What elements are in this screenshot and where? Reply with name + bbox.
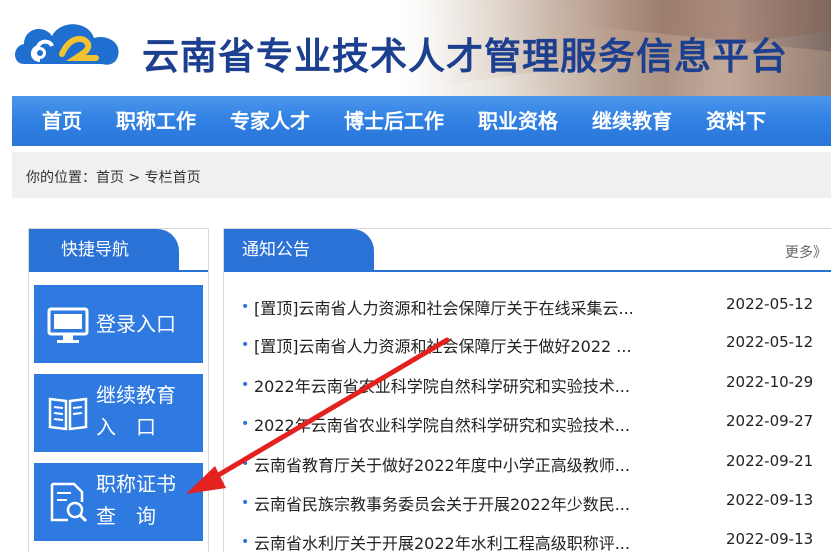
notice-date: 2022-05-12 xyxy=(726,333,814,351)
notice-date: 2022-09-13 xyxy=(726,530,814,548)
notice-item[interactable]: • 云南省教育厅关于做好2022年度中小学正高级教师... 2022-09-21 xyxy=(224,452,831,490)
notice-date: 2022-05-12 xyxy=(726,295,814,313)
notice-title[interactable]: 2022年云南省农业科学院自然科学研究和实验技术... xyxy=(254,412,630,436)
notice-date: 2022-10-29 xyxy=(726,373,814,391)
breadcrumb-current[interactable]: 专栏首页 xyxy=(145,170,201,186)
notice-title[interactable]: 云南省民族宗教事务委员会关于开展2022年少数民... xyxy=(254,491,630,515)
quick-nav-title: 快捷导航 xyxy=(29,229,179,271)
notice-title[interactable]: [置顶]云南省人力资源和社会保障厅关于在线采集云... xyxy=(254,295,634,319)
nav-item-qualifications[interactable]: 职业资格 xyxy=(461,96,575,146)
nav-item-downloads[interactable]: 资料下 xyxy=(689,96,783,146)
monitor-icon xyxy=(47,307,89,343)
bullet-icon: • xyxy=(241,495,250,511)
title-certificate-query-button[interactable]: 职称证书 查 询 xyxy=(34,463,203,541)
notice-title[interactable]: 云南省水利厅关于开展2022年水利工程高级职称评... xyxy=(254,530,630,552)
title-certificate-label-line1: 职称证书 xyxy=(96,472,176,496)
quick-nav-header: 快捷导航 xyxy=(29,229,208,272)
nav-item-experts[interactable]: 专家人才 xyxy=(213,96,327,146)
notices-header: 通知公告 更多》 xyxy=(224,229,831,272)
continuing-education-label-line1: 继续教育 xyxy=(96,383,176,407)
nav-item-home[interactable]: 首页 xyxy=(12,96,99,146)
book-icon xyxy=(48,397,88,431)
notice-date: 2022-09-13 xyxy=(726,491,814,509)
notices-title: 通知公告 xyxy=(224,229,374,271)
notices-more-link[interactable]: 更多》 xyxy=(785,242,827,262)
bullet-icon: • xyxy=(241,377,250,393)
cloud-logo-icon xyxy=(15,24,119,65)
bullet-icon: • xyxy=(241,416,250,432)
nav-item-continuing-education[interactable]: 继续教育 xyxy=(575,96,689,146)
site-title: 云南省专业技术人才管理服务信息平台 xyxy=(142,35,788,78)
continuing-education-label-line2: 入 口 xyxy=(96,415,156,439)
breadcrumb: 你的位置：首页 > 专栏首页 xyxy=(12,152,831,198)
nav-item-postdoc[interactable]: 博士后工作 xyxy=(327,96,461,146)
title-certificate-label-line2: 查 询 xyxy=(96,504,156,528)
notice-title[interactable]: [置顶]云南省人力资源和社会保障厅关于做好2022 ... xyxy=(254,333,632,357)
breadcrumb-home-link[interactable]: 首页 xyxy=(96,170,124,186)
notice-item[interactable]: • 云南省水利厅关于开展2022年水利工程高级职称评... 2022-09-13 xyxy=(224,530,831,552)
breadcrumb-separator: > xyxy=(124,170,145,186)
continuing-education-button[interactable]: 继续教育 入 口 xyxy=(34,374,203,452)
breadcrumb-prefix: 你的位置： xyxy=(26,170,96,186)
notice-item[interactable]: • [置顶]云南省人力资源和社会保障厅关于在线采集云... 2022-05-12 xyxy=(224,295,831,333)
document-search-icon xyxy=(50,482,88,523)
notice-item[interactable]: • [置顶]云南省人力资源和社会保障厅关于做好2022 ... 2022-05-… xyxy=(224,333,831,371)
nav-item-title-work[interactable]: 职称工作 xyxy=(99,96,213,146)
bullet-icon: • xyxy=(241,299,250,315)
bullet-icon: • xyxy=(241,534,250,550)
notice-item[interactable]: • 2022年云南省农业科学院自然科学研究和实验技术... 2022-09-27 xyxy=(224,412,831,450)
notice-title[interactable]: 云南省教育厅关于做好2022年度中小学正高级教师... xyxy=(254,452,630,476)
login-entry-label: 登录入口 xyxy=(96,312,176,336)
login-entry-button[interactable]: 登录入口 xyxy=(34,285,203,363)
bullet-icon: • xyxy=(241,337,250,353)
site-header: 云南省专业技术人才管理服务信息平台 xyxy=(0,0,831,96)
notice-date: 2022-09-21 xyxy=(726,452,814,470)
notice-item[interactable]: • 2022年云南省农业科学院自然科学研究和实验技术... 2022-10-29 xyxy=(224,373,831,411)
quick-nav-panel: 快捷导航 登录入口 继续教育 入 口 职称证书 查 询 xyxy=(28,228,209,552)
main-nav: 首页 职称工作 专家人才 博士后工作 职业资格 继续教育 资料下 xyxy=(12,96,831,146)
notice-date: 2022-09-27 xyxy=(726,412,814,430)
notice-title[interactable]: 2022年云南省农业科学院自然科学研究和实验技术... xyxy=(254,373,630,397)
breadcrumb-text: 你的位置：首页 > 专栏首页 xyxy=(26,167,201,187)
notices-panel: 通知公告 更多》 • [置顶]云南省人力资源和社会保障厅关于在线采集云... 2… xyxy=(223,228,831,552)
bullet-icon: • xyxy=(241,456,250,472)
notice-item[interactable]: • 云南省民族宗教事务委员会关于开展2022年少数民... 2022-09-13 xyxy=(224,491,831,529)
